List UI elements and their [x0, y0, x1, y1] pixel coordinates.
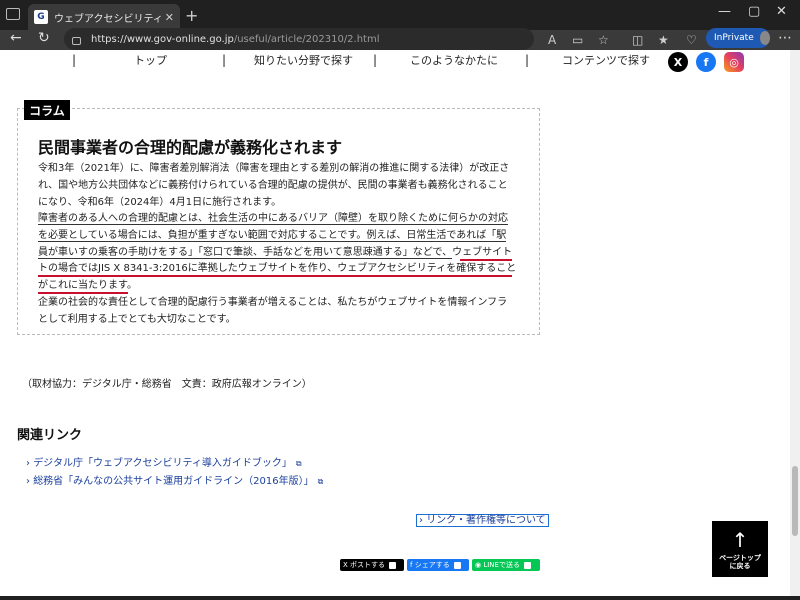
- column-text: 員が車いすの乗客の手助けをする」「窓口で筆談、手話などを用いて意思疎通する」など…: [38, 247, 513, 259]
- x-icon: X: [343, 561, 348, 569]
- external-link-icon: [389, 561, 397, 569]
- nav-item-field[interactable]: 知りたい分野で探す: [254, 52, 353, 68]
- tab-title: ウェブアクセシビリティ | 暮らしに役立つ: [54, 13, 162, 25]
- share-line-button[interactable]: ◉ LINEで送る: [472, 559, 540, 571]
- column-text: 令和3年（2021年）に、障害者差別解消法（障害を理由とする差別の解消の推進に関…: [38, 163, 510, 174]
- column-tag: コラム: [24, 100, 70, 120]
- page-top-button[interactable]: ↑ ページトップ に戻る: [712, 521, 768, 577]
- nav-item-audience[interactable]: このようなかたに: [410, 52, 498, 68]
- external-link-icon: [453, 561, 461, 569]
- column-text: として利用する上でとても大切なことです。: [38, 314, 236, 325]
- url-text: https://www.gov-online.go.jp/useful/arti…: [91, 33, 380, 45]
- scrollbar[interactable]: [790, 50, 800, 596]
- column-text: がこれに当たります。: [38, 280, 137, 291]
- instagram-icon[interactable]: ◎: [724, 52, 744, 72]
- copyright-link[interactable]: › リンク・著作権等について: [416, 514, 549, 527]
- site-favicon-icon: G: [34, 10, 48, 24]
- global-nav: | トップ | 知りたい分野で探す | このようなかたに | コンテンツで探す …: [0, 50, 790, 72]
- tab-actions-icon[interactable]: [6, 8, 20, 20]
- column-text: 企業の社会的な責任として合理的配慮行う事業者が増えることは、私たちがウェブサイト…: [38, 297, 508, 308]
- external-link-icon: ⧉: [317, 477, 324, 486]
- page-viewport: | トップ | 知りたい分野で探す | このようなかたに | コンテンツで探す …: [0, 50, 790, 596]
- lock-icon: [72, 36, 81, 45]
- external-link-icon: [523, 561, 531, 569]
- favorites-icon[interactable]: ★: [658, 33, 669, 47]
- inprivate-badge[interactable]: InPrivate: [706, 28, 770, 48]
- x-icon[interactable]: X: [668, 52, 688, 72]
- maximize-icon[interactable]: ▢: [748, 4, 760, 19]
- facebook-icon[interactable]: f: [696, 52, 716, 72]
- column-title: 民間事業者の合理的配慮が義務化されます: [38, 138, 343, 157]
- related-link[interactable]: › 総務省「みんなの公共サイト運用ガイドライン（2016年版）」 ⧉: [26, 472, 323, 487]
- emphasis-underline: [460, 259, 512, 261]
- facebook-icon: f: [410, 561, 413, 569]
- split-screen-icon[interactable]: ◫: [632, 33, 643, 47]
- page-top-label: ページトップ に戻る: [719, 553, 761, 571]
- back-icon[interactable]: ←: [10, 30, 22, 46]
- read-aloud-icon[interactable]: A: [548, 33, 556, 47]
- address-bar[interactable]: https://www.gov-online.go.jp/useful/arti…: [64, 28, 534, 50]
- column-text: れ、国や地方公共団体などに義務付けられている合理的配慮の提供が、民間の事業者も義…: [38, 180, 508, 191]
- line-icon: ◉: [475, 561, 482, 569]
- credit-text: （取材協力：デジタル庁・総務省 文責：政府広報オンライン）: [22, 379, 312, 390]
- arrow-up-icon: ↑: [731, 527, 749, 552]
- emphasis-underline: [38, 292, 128, 294]
- browser-essentials-icon[interactable]: ♡: [686, 33, 697, 47]
- nav-item-top[interactable]: トップ: [134, 52, 167, 68]
- emphasis-underline: [38, 275, 512, 277]
- share-x-button[interactable]: X ポストする: [340, 559, 404, 571]
- column-text: を必要としている場合には、負担が重すぎない範囲で対応することです。例えば、日常生…: [38, 230, 507, 242]
- related-link[interactable]: › デジタル庁「ウェブアクセシビリティ導入ガイドブック」 ⧉: [26, 454, 302, 469]
- related-links-heading: 関連リンク: [17, 428, 83, 443]
- inprivate-label: InPrivate: [714, 33, 754, 43]
- more-menu-icon[interactable]: ⋯: [778, 30, 792, 46]
- favorite-star-icon[interactable]: ☆: [598, 33, 609, 47]
- immersive-reader-icon[interactable]: ▭: [572, 33, 583, 47]
- scroll-thumb[interactable]: [792, 466, 798, 536]
- external-link-icon: ⧉: [295, 459, 302, 468]
- column-text: 障害者のある人への合理的配慮とは、社会生活の中にあるバリア（障壁）を取り除くため…: [38, 213, 508, 225]
- refresh-icon[interactable]: ↻: [38, 30, 50, 46]
- minimize-icon[interactable]: —: [718, 4, 731, 19]
- new-tab-icon[interactable]: +: [185, 6, 198, 25]
- share-facebook-button[interactable]: f シェアする: [407, 559, 469, 571]
- browser-tab[interactable]: G ウェブアクセシビリティ | 暮らしに役立つ ✕: [28, 4, 180, 30]
- tab-close-icon[interactable]: ✕: [165, 11, 174, 24]
- nav-item-contents[interactable]: コンテンツで探す: [562, 52, 650, 68]
- tab-bar: G ウェブアクセシビリティ | 暮らしに役立つ ✕ + — ▢ ✕: [0, 0, 800, 30]
- column-text: になり、令和6年（2024年）4月1日に施行されます。: [38, 197, 282, 208]
- close-window-icon[interactable]: ✕: [776, 4, 787, 19]
- column-text: トの場合ではJIS X 8341-3:2016に準拠したウェブサイトを作り、ウェ…: [38, 263, 517, 274]
- avatar: [759, 31, 770, 45]
